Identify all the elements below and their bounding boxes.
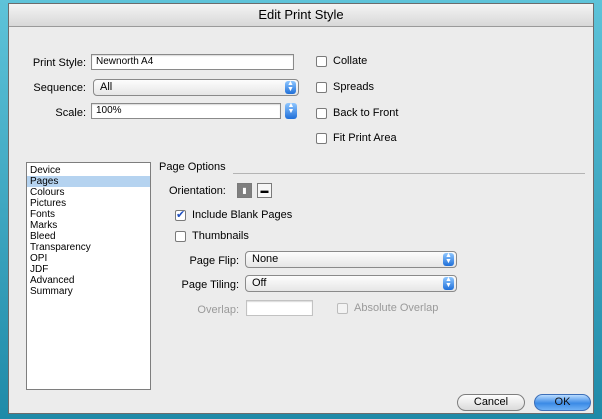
fit-print-area-checkbox[interactable]: Fit Print Area: [316, 132, 397, 144]
scale-label: Scale:: [55, 107, 86, 119]
cancel-button[interactable]: Cancel: [457, 394, 525, 411]
sidebar-item-opi[interactable]: OPI: [27, 253, 150, 264]
sidebar-item-device[interactable]: Device: [27, 165, 150, 176]
sidebar-item-jdf[interactable]: JDF: [27, 264, 150, 275]
updown-arrows-icon: ▲ ▼: [287, 102, 295, 115]
spreads-checkbox[interactable]: Spreads: [316, 81, 374, 93]
page-flip-value: None: [252, 253, 279, 265]
thumbnails-checkbox[interactable]: Thumbnails: [175, 230, 249, 242]
panel-list: Device Pages Colours Pictures Fonts Mark…: [26, 162, 151, 390]
back-to-front-label: Back to Front: [333, 107, 399, 119]
checkbox-box: [316, 81, 327, 93]
updown-arrows-icon: ▲ ▼: [285, 80, 296, 94]
sidebar-item-advanced[interactable]: Advanced: [27, 275, 150, 286]
ok-button[interactable]: OK: [534, 394, 591, 411]
portrait-icon[interactable]: ▮: [237, 183, 252, 198]
sidebar-item-bleed[interactable]: Bleed: [27, 231, 150, 242]
page-tiling-select[interactable]: Off ▲ ▼: [245, 275, 457, 292]
sequence-value: All: [100, 81, 113, 93]
scale-stepper[interactable]: ▲ ▼: [285, 102, 297, 119]
checkbox-box: [337, 302, 348, 314]
updown-arrows-icon: ▲ ▼: [443, 276, 454, 290]
collate-checkbox[interactable]: Collate: [316, 55, 367, 67]
overlap-label: Overlap:: [197, 304, 239, 316]
checkbox-box: [316, 55, 327, 67]
back-to-front-checkbox[interactable]: Back to Front: [316, 107, 398, 119]
spreads-label: Spreads: [333, 81, 374, 93]
sidebar-item-fonts[interactable]: Fonts: [27, 209, 150, 220]
page-flip-label: Page Flip:: [189, 255, 239, 267]
page-options-title: Page Options: [159, 161, 226, 173]
updown-arrows-icon: ▲ ▼: [443, 252, 454, 266]
sidebar-item-pages[interactable]: Pages: [27, 176, 150, 187]
page-flip-select[interactable]: None ▲ ▼: [245, 251, 457, 268]
page-tiling-label: Page Tiling:: [181, 279, 239, 291]
orientation-label: Orientation:: [169, 185, 226, 197]
sequence-label: Sequence:: [33, 82, 86, 94]
checkbox-box: [316, 107, 327, 119]
sidebar-item-summary[interactable]: Summary: [27, 286, 150, 297]
include-blank-pages-checkbox[interactable]: Include Blank Pages: [175, 208, 293, 221]
print-style-input[interactable]: Newnorth A4: [91, 54, 294, 70]
overlap-input[interactable]: [246, 300, 313, 316]
sidebar-item-colours[interactable]: Colours: [27, 187, 150, 198]
collate-label: Collate: [333, 55, 368, 67]
checkbox-box: [175, 230, 186, 242]
sidebar-item-marks[interactable]: Marks: [27, 220, 150, 231]
fit-print-area-label: Fit Print Area: [333, 132, 397, 144]
thumbnails-label: Thumbnails: [192, 230, 249, 242]
scale-input[interactable]: 100%: [91, 103, 281, 119]
print-style-label: Print Style:: [32, 57, 86, 69]
checkbox-box: [316, 132, 327, 144]
checkbox-box: [175, 208, 186, 221]
group-divider: [233, 173, 585, 174]
sidebar-item-pictures[interactable]: Pictures: [27, 198, 150, 209]
sidebar-item-transparency[interactable]: Transparency: [27, 242, 150, 253]
window-title: Edit Print Style: [9, 4, 593, 27]
edit-print-style-dialog: Edit Print Style Print Style: Newnorth A…: [8, 3, 594, 414]
landscape-icon[interactable]: ▬: [257, 183, 272, 198]
include-blank-pages-label: Include Blank Pages: [192, 209, 293, 221]
sequence-select[interactable]: All ▲ ▼: [93, 79, 299, 96]
absolute-overlap-label: Absolute Overlap: [354, 302, 439, 314]
absolute-overlap-checkbox[interactable]: Absolute Overlap: [337, 302, 438, 314]
page-tiling-value: Off: [252, 277, 267, 289]
